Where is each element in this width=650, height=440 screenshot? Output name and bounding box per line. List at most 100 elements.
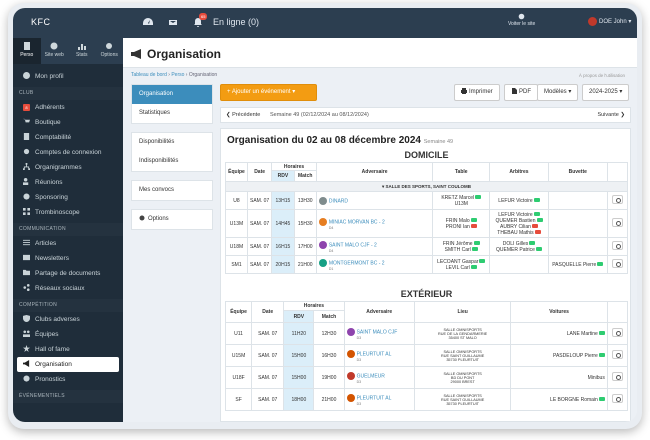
bar-cell bbox=[547, 191, 608, 210]
date-cell: SAM. 07 bbox=[251, 366, 285, 389]
breadcrumb-perso[interactable]: Perso bbox=[171, 72, 184, 78]
sidebar-item-label: Sponsoring bbox=[35, 194, 68, 201]
sidebar-item-label: Réunions bbox=[35, 179, 63, 186]
opponent-link[interactable]: SAINT MALO CJF bbox=[357, 329, 398, 335]
opponent-link[interactable]: SAINT MALO CJF - 2 bbox=[329, 242, 377, 248]
sidebar-item-adherents[interactable]: 8 Adhérents bbox=[13, 100, 123, 115]
actions-cell bbox=[606, 366, 629, 389]
left-nav-indisponibilites[interactable]: Indisponibilités bbox=[132, 152, 212, 171]
tab-perso[interactable]: Perso bbox=[13, 38, 41, 64]
bar-cell bbox=[547, 209, 608, 238]
search-icon[interactable] bbox=[611, 372, 623, 381]
opponent-cell[interactable]: MINIAC MORVAN BC - 2 D4 bbox=[315, 209, 434, 238]
left-nav-mes-convocs[interactable]: Mes convocs bbox=[132, 181, 212, 200]
dashboard-icon[interactable] bbox=[143, 17, 153, 29]
user-menu[interactable]: DOE John ▾ bbox=[588, 17, 631, 26]
opponent-link[interactable]: MONTGERMONT BC - 2 bbox=[329, 260, 385, 266]
next-week-button[interactable]: Suivante ❯ bbox=[597, 108, 625, 122]
tab-site-web[interactable]: Site web bbox=[41, 38, 69, 64]
sidebar-item-trombinoscope[interactable]: Trombinoscope bbox=[13, 205, 123, 220]
check-badge bbox=[470, 265, 477, 270]
tab-options-label: Options bbox=[100, 52, 118, 58]
opponent-cell[interactable]: PLEURTUIT AL D3 bbox=[343, 388, 415, 411]
tab-stats[interactable]: Stats bbox=[68, 38, 96, 64]
sidebar-item-organisation[interactable]: Organisation bbox=[17, 357, 119, 372]
opponent-cell[interactable]: DINARD bbox=[315, 191, 434, 210]
car-driver: LANE Martine bbox=[566, 330, 598, 337]
sidebar-item-organigrammes[interactable]: Organigrammes bbox=[13, 160, 123, 175]
left-nav-group: Organisation Statistiques bbox=[131, 84, 213, 124]
opponent-cell[interactable]: SAINT MALO CJF - 2 D4 bbox=[315, 237, 434, 256]
opponent-link[interactable]: DINARD bbox=[329, 198, 348, 204]
search-icon[interactable] bbox=[611, 394, 623, 403]
top-bar: KFC 65 En ligne (0) Voiter le site DOE J… bbox=[13, 8, 637, 38]
sidebar-item-newsletters[interactable]: Newsletters bbox=[13, 251, 123, 266]
opponent-cell[interactable]: GUELMEUR D3 bbox=[343, 366, 415, 389]
models-dropdown[interactable]: Modèles ▾ bbox=[537, 84, 579, 101]
away-section-title: EXTÉRIEUR bbox=[400, 289, 453, 299]
sidebar-item-profile[interactable]: Mon profil bbox=[13, 69, 123, 84]
previous-week-button[interactable]: ❮ Précédente bbox=[226, 108, 260, 122]
division-label: D3 bbox=[356, 401, 362, 406]
search-icon[interactable] bbox=[611, 350, 623, 359]
left-nav-options[interactable]: Options bbox=[132, 210, 212, 229]
visit-site-link[interactable]: Voiter le site bbox=[508, 13, 535, 27]
inbox-icon[interactable] bbox=[168, 17, 178, 29]
season-select[interactable]: 2024-2025 ▾ bbox=[582, 84, 630, 101]
rdv-cell: 13H15 bbox=[271, 191, 295, 210]
sidebar-item-partage[interactable]: Partage de documents bbox=[13, 266, 123, 281]
place-cell: SALLE OMNISPORTS RUE SAINT GUILLAUME 35730… bbox=[413, 344, 512, 367]
pdf-button[interactable]: PDF bbox=[504, 84, 538, 101]
left-nav-disponibilites[interactable]: Disponibilités bbox=[132, 133, 212, 152]
tab-site-web-label: Site web bbox=[44, 52, 64, 58]
sidebar-item-reseaux[interactable]: Réseaux sociaux bbox=[13, 281, 123, 296]
add-event-button[interactable]: + Ajouter un événement ▾ bbox=[220, 84, 317, 101]
sidebar-item-boutique[interactable]: Boutique bbox=[13, 115, 123, 130]
table-row: SF SAM. 07 18H00 21H00 PLEURTUIT AL D3 SA… bbox=[224, 388, 629, 411]
left-nav-statistiques[interactable]: Statistiques bbox=[132, 104, 212, 123]
date-cell: SAM. 07 bbox=[251, 344, 285, 367]
notification-bell-icon[interactable]: 65 bbox=[193, 13, 208, 29]
help-hint[interactable]: À propos de l'utilisation bbox=[579, 73, 625, 78]
search-icon[interactable] bbox=[611, 259, 623, 268]
search-icon[interactable] bbox=[611, 195, 623, 204]
online-status[interactable]: En ligne (0) bbox=[213, 17, 259, 27]
team-cell: U8 bbox=[225, 191, 248, 210]
card-title-text: Organisation du 02 au 08 décembre 2024 bbox=[227, 135, 421, 146]
search-icon[interactable] bbox=[611, 218, 623, 227]
opponent-link[interactable]: PLEURTUIT AL bbox=[357, 351, 392, 357]
search-icon[interactable] bbox=[611, 328, 623, 337]
sidebar-item-sponsoring[interactable]: Sponsoring bbox=[13, 190, 123, 205]
sidebar-item-pronostics[interactable]: Pronostics bbox=[13, 372, 123, 387]
sidebar-item-comptabilite[interactable]: Comptabilité bbox=[13, 130, 123, 145]
print-button[interactable]: Imprimer bbox=[454, 84, 500, 101]
breadcrumb-dashboard[interactable]: Tableau de bord bbox=[131, 72, 167, 78]
opponent-cell[interactable]: MONTGERMONT BC - 2 D1 bbox=[315, 255, 434, 274]
table-row: SM1 SAM. 07 20H15 21H00 MONTGERMONT BC -… bbox=[225, 255, 629, 274]
check-badge bbox=[533, 212, 540, 217]
col-header: Équipe bbox=[225, 162, 248, 182]
sidebar-item-comptes[interactable]: Comptes de connexion bbox=[13, 145, 123, 160]
next-week-label: Suivante bbox=[597, 112, 619, 118]
tab-options[interactable]: Options bbox=[96, 38, 124, 64]
search-icon[interactable] bbox=[611, 241, 623, 250]
cross-badge bbox=[531, 224, 538, 229]
match-cell: 21H00 bbox=[293, 255, 317, 274]
pdf-label: PDF bbox=[519, 89, 531, 95]
sidebar-item-reunions[interactable]: Réunions bbox=[13, 175, 123, 190]
sidebar-item-clubs-adverses[interactable]: Clubs adverses bbox=[13, 312, 123, 327]
bar-name: PASQUELLE Pierre bbox=[552, 261, 597, 268]
opponent-link[interactable]: GUELMEUR bbox=[357, 373, 385, 379]
visit-site-label: Voiter le site bbox=[508, 21, 536, 27]
people-icon bbox=[23, 178, 29, 185]
left-nav-organisation[interactable]: Organisation bbox=[132, 85, 212, 104]
sidebar-item-articles[interactable]: Articles bbox=[13, 236, 123, 251]
sidebar-item-equipes[interactable]: Équipes bbox=[13, 327, 123, 342]
opponent-link[interactable]: PLEURTUIT AL bbox=[357, 395, 392, 401]
sidebar-item-hall-of-fame[interactable]: Hall of fame bbox=[13, 342, 123, 357]
club-logo bbox=[318, 240, 327, 249]
opponent-cell[interactable]: PLEURTUIT AL D3 bbox=[343, 344, 415, 367]
opponent-link[interactable]: MINIAC MORVAN BC - 2 bbox=[329, 219, 385, 225]
ball-icon bbox=[23, 375, 30, 382]
opponent-cell[interactable]: SAINT MALO CJF D3 bbox=[343, 322, 415, 345]
